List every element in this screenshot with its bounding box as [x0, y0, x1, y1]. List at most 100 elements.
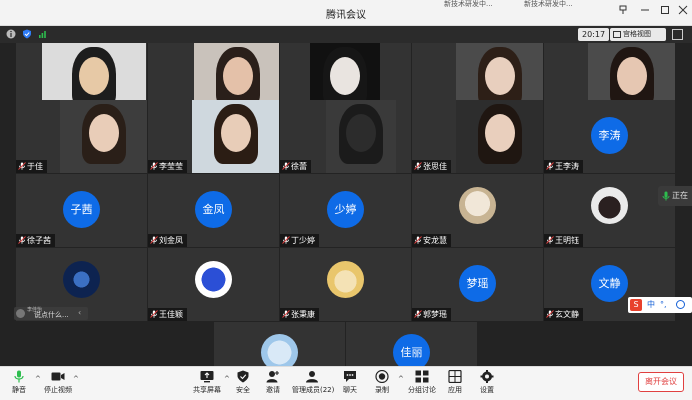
fullscreen-icon[interactable] — [672, 29, 683, 40]
participant-photo-avatar — [261, 334, 298, 366]
participant-tile[interactable]: 佳丽 — [346, 322, 477, 366]
grid-view-button[interactable]: 宫格视图 — [610, 28, 666, 41]
participant-face — [223, 57, 253, 95]
input-method-bar[interactable]: S 中 °, — [628, 297, 692, 313]
invite-button[interactable]: 邀请 — [262, 370, 284, 395]
participant-face — [346, 114, 376, 152]
participant-tile[interactable]: 张秉康 — [280, 248, 411, 321]
manage-members-label: 管理成员(22) — [292, 386, 335, 394]
chevron-up-icon[interactable]: ^ — [35, 375, 41, 383]
participant-photo-avatar — [63, 261, 100, 298]
participant-tile[interactable]: 安龙慧 — [412, 174, 543, 247]
close-icon[interactable] — [674, 4, 692, 20]
participant-tile[interactable] — [214, 322, 345, 366]
record-button[interactable]: 录制 — [372, 370, 392, 395]
participant-name: 于佳 — [27, 162, 43, 171]
participant-video — [60, 100, 147, 173]
chat-preview-text: 说点什么... — [34, 311, 69, 319]
participant-name-label: 李莹莹 — [148, 160, 187, 173]
participant-avatar: 少婷 — [327, 191, 364, 228]
participant-tile[interactable]: 梦瑶 郭梦瑶 — [412, 248, 543, 321]
leave-meeting-button[interactable]: 离开会议 — [638, 372, 684, 392]
meeting-toolbar: 静音 ^ 停止视频 ^ 共享屏幕 ^ 安全 邀请 管理成员(22) 聊天 录制 … — [0, 366, 692, 400]
settings-label: 设置 — [480, 386, 494, 394]
record-label: 录制 — [375, 386, 389, 394]
stop-video-button[interactable]: 停止视频 — [42, 370, 74, 395]
sogou-logo-icon: S — [630, 299, 642, 311]
microphone-muted-icon — [546, 309, 554, 318]
participant-face — [221, 114, 251, 152]
participant-photo-avatar — [459, 187, 496, 224]
apps-label: 应用 — [448, 386, 462, 394]
participant-name-label: 徐子茜 — [16, 234, 55, 247]
participant-avatar: 文静 — [591, 265, 628, 302]
shield-icon — [237, 370, 249, 383]
ime-language: 中 — [647, 300, 655, 309]
microphone-muted-icon — [18, 235, 26, 244]
microphone-muted-icon — [18, 161, 26, 170]
breakout-rooms-icon — [415, 370, 429, 383]
participant-name-label: 玄文静 — [544, 308, 583, 321]
participant-tile[interactable]: 少婷丁少婷 — [280, 174, 411, 247]
chat-sender-avatar — [16, 309, 25, 318]
ime-punctuation-icon: °, — [660, 300, 667, 309]
chat-button[interactable]: 聊天 — [340, 370, 360, 395]
settings-button[interactable]: 设置 — [476, 370, 498, 395]
participant-tile[interactable]: 张思佳 — [412, 100, 543, 173]
participant-face — [485, 114, 515, 152]
participant-tile[interactable]: 子茜徐子茜 — [16, 174, 147, 247]
mute-label: 静音 — [12, 386, 26, 394]
meeting-info-bar: 20:17 宫格视图 — [0, 26, 692, 43]
participant-avatar: 子茜 — [63, 191, 100, 228]
security-button[interactable]: 安全 — [232, 370, 254, 395]
microphone-muted-icon — [414, 309, 422, 318]
participant-tile[interactable]: 王明钰 — [544, 174, 675, 247]
chevron-left-icon[interactable]: ‹ — [78, 308, 81, 317]
participant-face — [330, 57, 360, 95]
share-screen-label: 共享屏幕 — [193, 386, 221, 394]
info-icon[interactable] — [6, 29, 16, 39]
participant-tile[interactable]: 金凤 刘金凤 — [148, 174, 279, 247]
members-icon — [306, 371, 318, 383]
participant-avatar: 李涛 — [591, 117, 628, 154]
participant-face — [485, 57, 515, 95]
participant-name: 丁少婷 — [291, 236, 315, 245]
invite-label: 邀请 — [266, 386, 280, 394]
meeting-timer: 20:17 — [578, 28, 610, 41]
apps-icon — [448, 370, 462, 383]
participant-name-label: 郭梦瑶 — [412, 308, 451, 321]
participant-name-label: 张秉康 — [280, 308, 319, 321]
participant-tile[interactable]: 李涛 王李涛 — [544, 100, 675, 173]
pin-icon[interactable] — [614, 4, 632, 20]
side-chat-panel[interactable]: 正在 — [658, 186, 692, 206]
participant-tile[interactable]: 李莹莹 — [148, 100, 279, 173]
participant-name-label: 安龙慧 — [412, 234, 451, 247]
shield-icon[interactable] — [22, 29, 32, 39]
chat-label: 聊天 — [343, 386, 357, 394]
manage-members-button[interactable]: 管理成员(22) — [292, 370, 335, 395]
chat-preview[interactable]: 李佳怡 说点什么... ‹ — [14, 307, 88, 320]
apps-button[interactable]: 应用 — [444, 370, 466, 395]
participant-name-label: 王李涛 — [544, 160, 583, 173]
chevron-up-icon[interactable]: ^ — [224, 375, 230, 383]
grid-view-label: 宫格视图 — [623, 30, 651, 38]
maximize-icon[interactable] — [656, 4, 674, 20]
participant-tile[interactable]: 徐蕾 — [280, 100, 411, 173]
participant-face — [89, 114, 119, 152]
breakout-button[interactable]: 分组讨论 — [406, 370, 438, 395]
minimize-icon[interactable] — [636, 4, 654, 20]
participant-name: 玄文静 — [555, 310, 579, 319]
microphone-muted-icon — [546, 235, 554, 244]
participant-tile[interactable]: 王佳颖 — [148, 248, 279, 321]
video-camera-icon — [51, 372, 65, 381]
mute-button[interactable]: 静音 — [6, 370, 32, 395]
participant-name: 徐蕾 — [291, 162, 307, 171]
participant-video — [326, 100, 396, 173]
microphone-muted-icon — [546, 161, 554, 170]
share-screen-button[interactable]: 共享屏幕 — [190, 370, 224, 395]
participant-name: 张思佳 — [423, 162, 447, 171]
chevron-up-icon[interactable]: ^ — [73, 375, 79, 383]
participant-name: 徐子茜 — [27, 236, 51, 245]
chevron-up-icon[interactable]: ^ — [398, 375, 404, 383]
participant-tile[interactable]: 于佳 — [16, 100, 147, 173]
